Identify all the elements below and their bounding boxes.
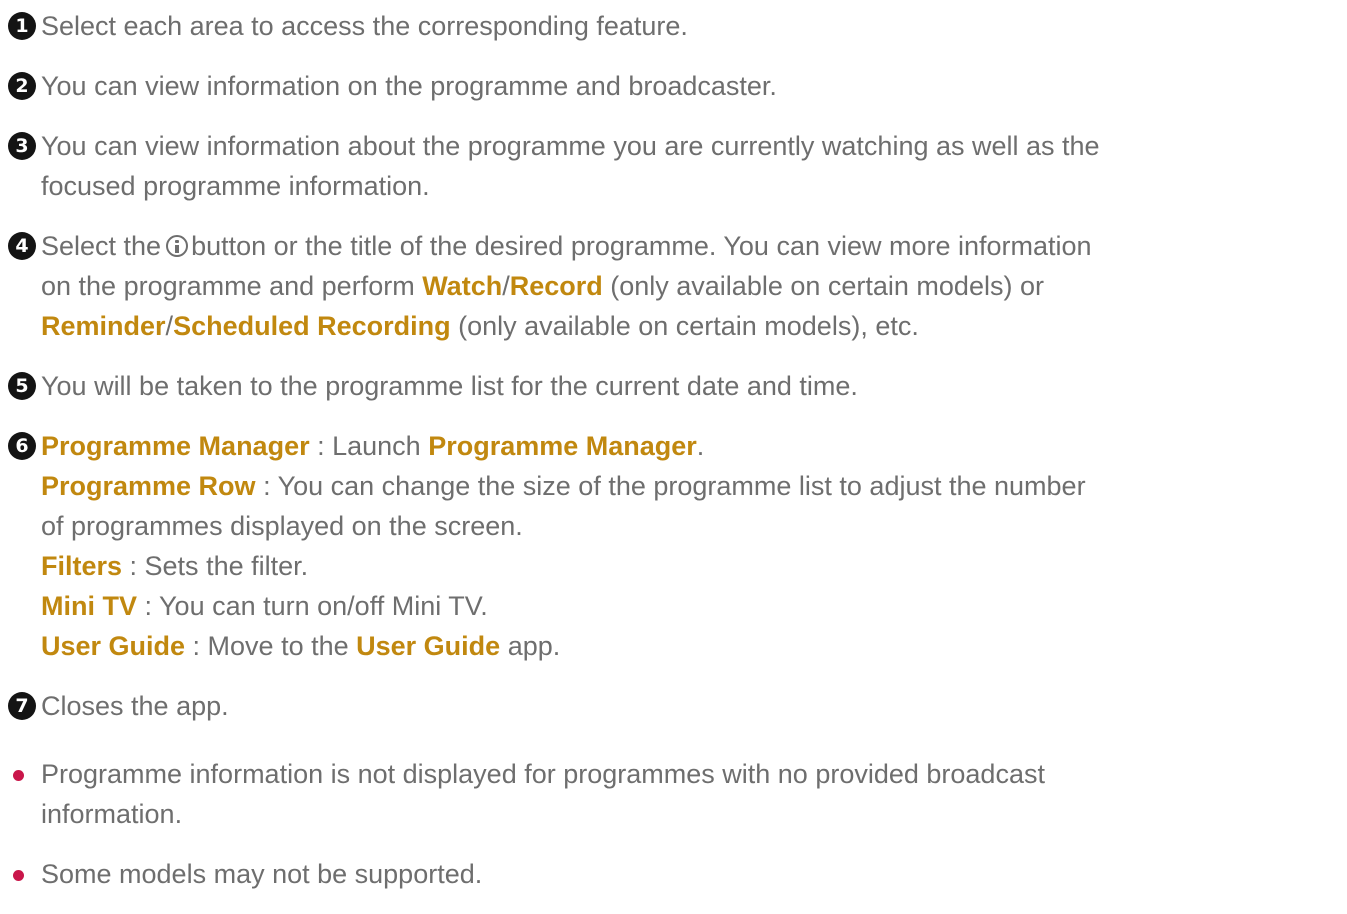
number-badge-7: 7 <box>8 692 36 720</box>
number-badge-2: 2 <box>8 72 36 100</box>
keyword-scheduled-recording: Scheduled Recording <box>173 311 451 341</box>
number-badge-6: 6 <box>8 432 36 460</box>
item-7-text: Closes the app. <box>41 691 229 721</box>
keyword-user-guide-target: User Guide <box>356 631 501 661</box>
mini-tv-line: Mini TV : You can turn on/off Mini TV. <box>41 591 488 621</box>
keyword-watch: Watch <box>422 271 503 301</box>
number-badge-4: 4 <box>8 232 36 260</box>
keyword-mini-tv: Mini TV <box>41 591 137 621</box>
programme-manager-line: Programme Manager : Launch Programme Man… <box>41 431 705 461</box>
filters-line: Filters : Sets the filter. <box>41 551 309 581</box>
keyword-programme-manager: Programme Manager <box>41 431 310 461</box>
keyword-record: Record <box>509 271 603 301</box>
number-badge-5: 5 <box>8 372 36 400</box>
keyword-reminder: Reminder <box>41 311 166 341</box>
keyword-programme-row: Programme Row <box>41 471 256 501</box>
item-1-text: Select each area to access the correspon… <box>41 11 688 41</box>
number-badge-3: 3 <box>8 132 36 160</box>
item-3-text: You can view information about the progr… <box>41 131 1100 201</box>
user-guide-line: User Guide : Move to the User Guide app. <box>41 631 561 661</box>
keyword-user-guide: User Guide <box>41 631 186 661</box>
note-2-text: Some models may not be supported. <box>41 859 483 889</box>
item-4-text: Select the button or the title of the des… <box>41 231 1092 341</box>
note-1-text: Programme information is not displayed f… <box>41 759 1045 829</box>
item-5-text: You will be taken to the programme list … <box>41 371 858 401</box>
number-badge-1: 1 <box>8 12 36 40</box>
bullet-icon <box>13 870 24 881</box>
item-6-text: Programme Manager : Launch Programme Man… <box>41 426 1341 666</box>
keyword-programme-manager-target: Programme Manager <box>428 431 697 461</box>
info-icon <box>166 235 189 257</box>
item-2-text: You can view information on the programm… <box>41 71 777 101</box>
keyword-filters: Filters <box>41 551 123 581</box>
bullet-icon <box>13 770 24 781</box>
programme-row-line: Programme Row : You can change the size … <box>41 471 1086 501</box>
